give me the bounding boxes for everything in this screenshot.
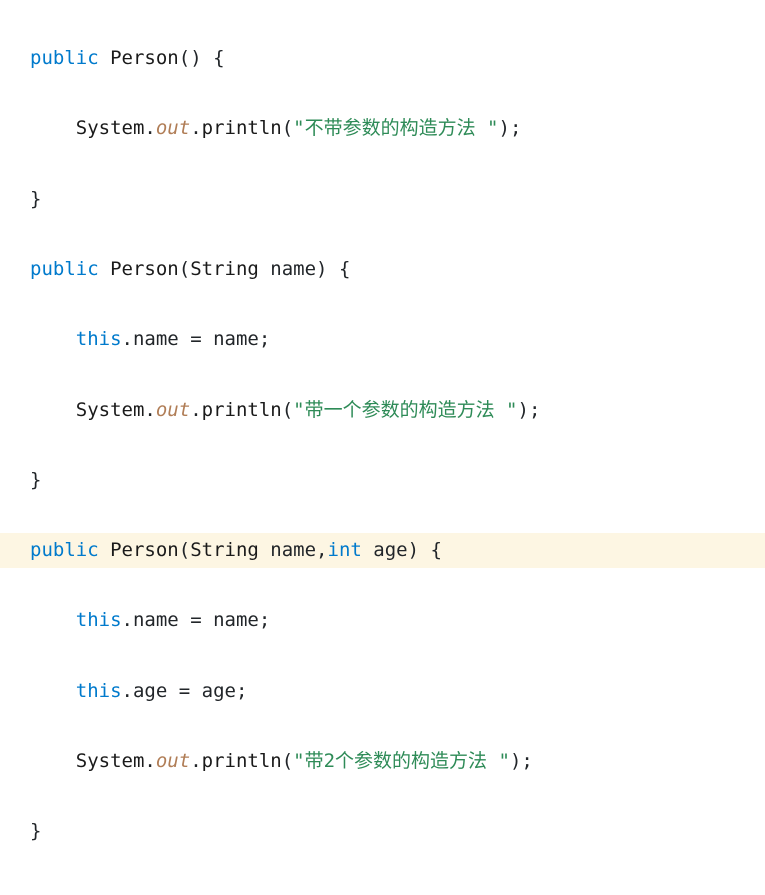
code-line: System.out.println("不带参数的构造方法 "); bbox=[0, 111, 765, 146]
method-println: println bbox=[202, 117, 282, 139]
keyword-int: int bbox=[328, 539, 362, 561]
keyword-this: this bbox=[76, 680, 122, 702]
code-line: } bbox=[0, 814, 765, 849]
field-out: out bbox=[156, 399, 190, 421]
code-editor: public Person() { System.out.println("不带… bbox=[0, 0, 765, 895]
field-out: out bbox=[156, 750, 190, 772]
code-line: this.name = name; bbox=[0, 322, 765, 357]
code-line: public Person() { bbox=[0, 41, 765, 76]
string-literal: "不带参数的构造方法 " bbox=[293, 117, 498, 139]
string-literal: "带一个参数的构造方法 " bbox=[293, 399, 517, 421]
method-println: println bbox=[202, 750, 282, 772]
code-line: } bbox=[0, 463, 765, 498]
string-literal: "带2个参数的构造方法 " bbox=[293, 750, 510, 772]
code-line: System.out.println("带一个参数的构造方法 "); bbox=[0, 393, 765, 428]
type-person: Person bbox=[110, 539, 179, 561]
code-line: this.age = age; bbox=[0, 674, 765, 709]
type-string: String bbox=[190, 258, 259, 280]
keyword-public: public bbox=[30, 258, 99, 280]
type-person: Person bbox=[110, 258, 179, 280]
param-age: age bbox=[373, 539, 407, 561]
code-line: this.name = name; bbox=[0, 603, 765, 638]
code-line: } bbox=[0, 182, 765, 217]
param-name: name bbox=[270, 539, 316, 561]
param-name: name bbox=[270, 258, 316, 280]
type-string: String bbox=[190, 539, 259, 561]
type-system: System bbox=[76, 117, 145, 139]
keyword-this: this bbox=[76, 609, 122, 631]
code-line: System.out.println("带2个参数的构造方法 "); bbox=[0, 744, 765, 779]
method-println: println bbox=[202, 399, 282, 421]
keyword-public: public bbox=[30, 539, 99, 561]
field-out: out bbox=[156, 117, 190, 139]
type-person: Person bbox=[110, 47, 179, 69]
keyword-this: this bbox=[76, 328, 122, 350]
type-system: System bbox=[76, 750, 145, 772]
type-system: System bbox=[76, 399, 145, 421]
keyword-public: public bbox=[30, 47, 99, 69]
code-line: public Person(String name) { bbox=[0, 252, 765, 287]
code-line-highlighted: public Person(String name,int age) { bbox=[0, 533, 765, 568]
